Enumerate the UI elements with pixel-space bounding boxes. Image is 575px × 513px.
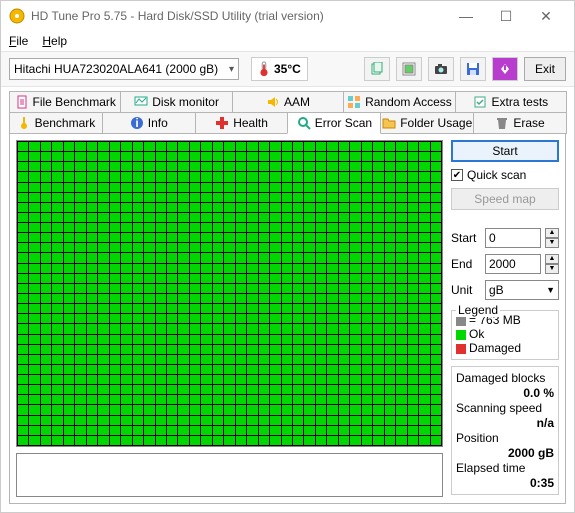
position-label: Position [456,431,554,445]
save-button[interactable] [460,57,486,81]
quickscan-row: ✔ Quick scan [451,168,559,182]
tabs: File Benchmark Disk monitor AAM Random A… [1,87,574,133]
speed-value: n/a [456,416,554,430]
end-input[interactable]: 2000 [485,254,541,274]
start-spinner[interactable]: ▲▼ [545,228,559,248]
tab-info[interactable]: iInfo [102,112,196,134]
monitor-icon [134,95,148,109]
screenshot-button[interactable] [428,57,454,81]
app-window: HD Tune Pro 5.75 - Hard Disk/SSD Utility… [0,0,575,513]
start-button[interactable]: Start [451,140,559,162]
app-icon [9,8,25,24]
tab-erase[interactable]: Erase [473,112,567,134]
drive-value: Hitachi HUA723020ALA641 (2000 gB) [14,62,218,76]
maximize-button[interactable]: ☐ [486,8,526,25]
folder-icon [382,116,396,130]
damaged-value: 0.0 % [456,386,554,400]
legend-ok-swatch [456,330,466,340]
position-value: 2000 gB [456,446,554,460]
block-grid [16,140,443,447]
random-icon [347,95,361,109]
copy-screenshot-button[interactable] [396,57,422,81]
trash-icon [495,116,509,130]
tab-file-benchmark[interactable]: File Benchmark [9,91,121,113]
menubar: File Help [1,31,574,51]
legend-box: Legend = 763 MB Ok Damaged [451,310,559,360]
tab-row-2: Benchmark iInfo Health Error Scan Folder… [9,112,566,133]
titlebar: HD Tune Pro 5.75 - Hard Disk/SSD Utility… [1,1,574,31]
speedmap-button[interactable]: Speed map [451,188,559,210]
tab-folder-usage[interactable]: Folder Usage [380,112,474,134]
legend-damaged-swatch [456,344,466,354]
tab-disk-monitor[interactable]: Disk monitor [120,91,232,113]
elapsed-value: 0:35 [456,476,554,490]
window-title: HD Tune Pro 5.75 - Hard Disk/SSD Utility… [31,9,446,23]
end-spinner[interactable]: ▲▼ [545,254,559,274]
scan-controls: Start ✔ Quick scan Speed map Start 0 ▲▼ … [451,140,559,497]
legend-block-swatch [456,316,466,326]
stats-box: Damaged blocks 0.0 % Scanning speed n/a … [451,366,559,495]
quickscan-label: Quick scan [467,168,526,182]
elapsed-label: Elapsed time [456,461,554,475]
quickscan-checkbox[interactable]: ✔ [451,169,463,181]
file-benchmark-icon [15,95,29,109]
menu-file[interactable]: File [9,34,28,48]
log-output [16,453,443,497]
tab-random-access[interactable]: Random Access [343,91,455,113]
svg-text:i: i [135,116,138,130]
extra-tests-icon [473,95,487,109]
tab-error-scan[interactable]: Error Scan [287,112,381,134]
drive-select[interactable]: Hitachi HUA723020ALA641 (2000 gB) [9,58,239,80]
benchmark-icon [17,116,31,130]
copy-info-button[interactable] [364,57,390,81]
tab-benchmark[interactable]: Benchmark [9,112,103,134]
unit-select[interactable]: gB▼ [485,280,559,300]
temperature: 35°C [251,57,308,81]
tab-aam[interactable]: AAM [232,91,344,113]
start-label: Start [451,231,481,245]
error-scan-panel: Start ✔ Quick scan Speed map Start 0 ▲▼ … [9,133,566,504]
temperature-value: 35°C [274,62,301,76]
info-icon: i [130,116,144,130]
minimize-button[interactable]: — [446,8,486,24]
magnifier-icon [297,116,311,130]
speed-label: Scanning speed [456,401,554,415]
start-input[interactable]: 0 [485,228,541,248]
end-label: End [451,257,481,271]
tab-extra-tests[interactable]: Extra tests [455,91,567,113]
health-icon [215,116,229,130]
toolbar: Hitachi HUA723020ALA641 (2000 gB) 35°C E… [1,51,574,87]
exit-button[interactable]: Exit [524,57,566,81]
thermometer-icon [258,61,270,77]
options-button[interactable] [492,57,518,81]
menu-help[interactable]: Help [42,34,67,48]
tab-row-1: File Benchmark Disk monitor AAM Random A… [9,91,566,112]
unit-label: Unit [451,283,481,297]
speaker-icon [266,95,280,109]
damaged-label: Damaged blocks [456,371,554,385]
tab-health[interactable]: Health [195,112,289,134]
close-button[interactable]: ✕ [526,8,566,25]
